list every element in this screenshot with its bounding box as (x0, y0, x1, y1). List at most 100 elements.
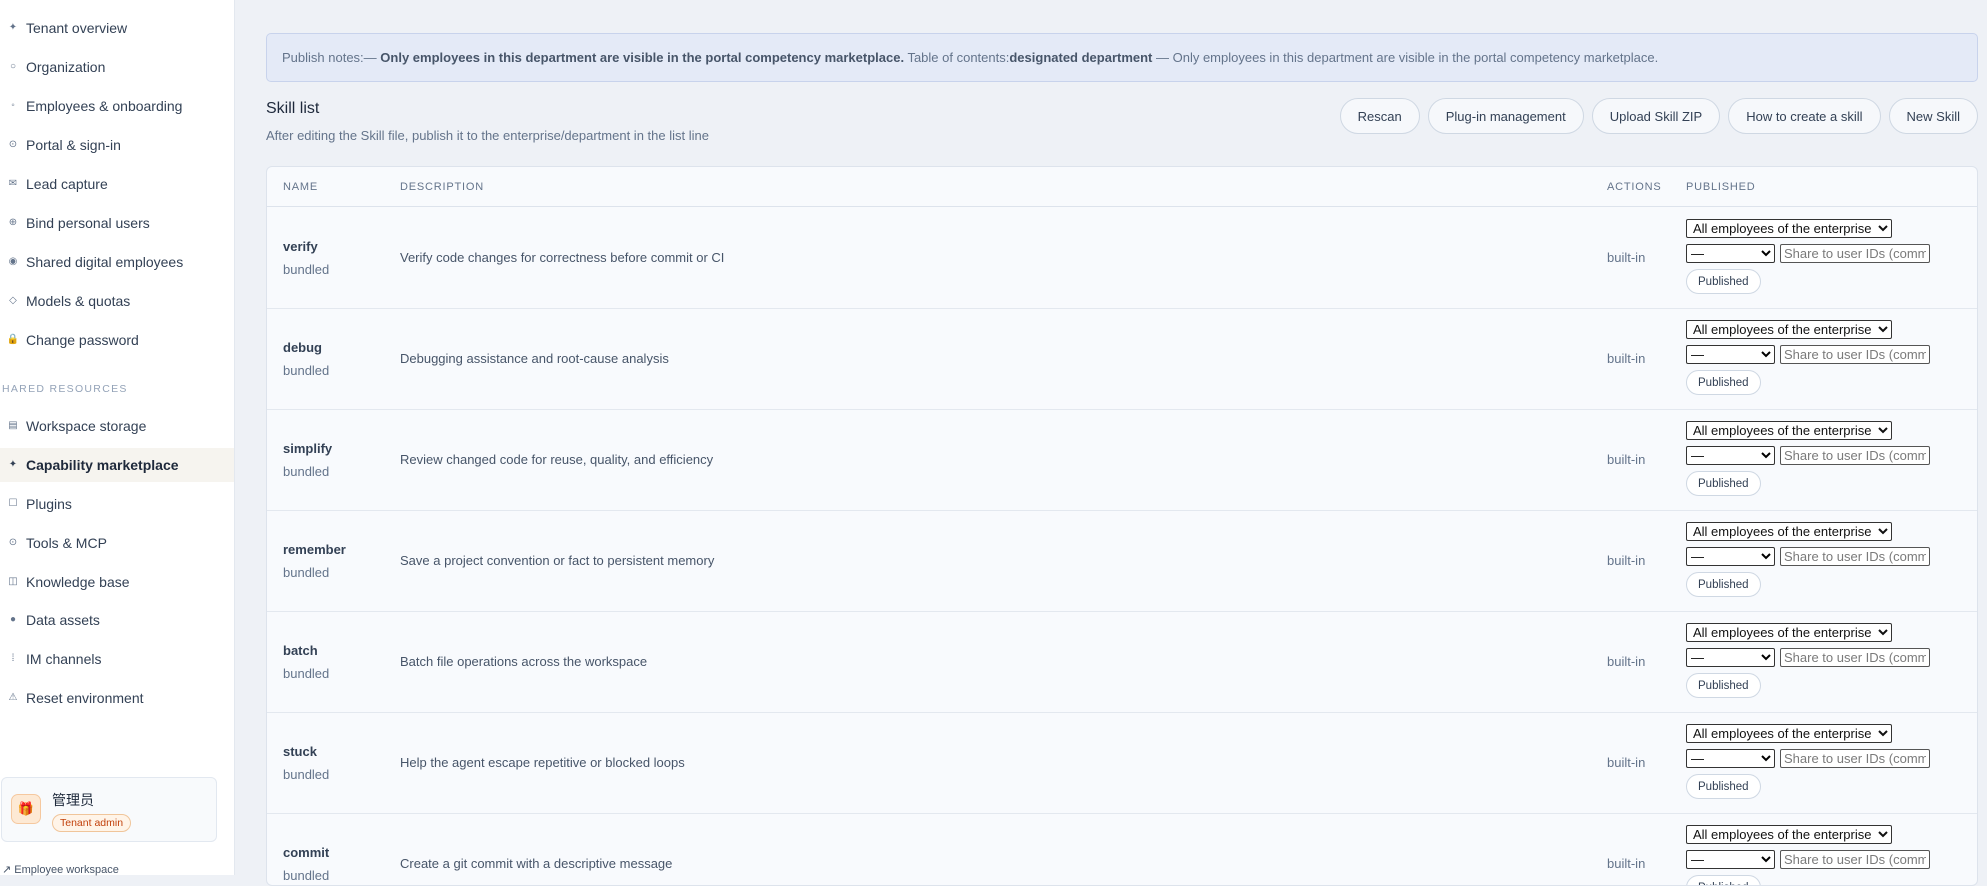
published-button[interactable]: Published (1686, 572, 1761, 597)
sidebar-item-label: Tools & MCP (26, 535, 107, 551)
sidebar-item-label: Lead capture (26, 176, 108, 192)
sidebar-item-data-assets[interactable]: ● Data assets (0, 603, 234, 637)
skill-name: verify (283, 239, 318, 254)
how-to-create-skill-button[interactable]: How to create a skill (1728, 98, 1881, 134)
lock-icon: 🔒 (6, 334, 20, 345)
department-select[interactable]: — (1686, 446, 1775, 465)
skill-name: debug (283, 340, 322, 355)
new-skill-button[interactable]: New Skill (1888, 98, 1978, 134)
table-row: stuck bundled Help the agent escape repe… (267, 713, 1977, 814)
share-user-ids-input[interactable] (1780, 446, 1930, 465)
sidebar-item-knowledge-base[interactable]: ◫ Knowledge base (0, 565, 234, 599)
publish-scope-select[interactable]: All employees of the enterprise (1686, 522, 1892, 541)
sidebar-item-reset-environment[interactable]: ⚠ Reset environment (0, 681, 234, 715)
published-button[interactable]: Published (1686, 774, 1761, 799)
published-button[interactable]: Published (1686, 370, 1761, 395)
sidebar-item-workspace-storage[interactable]: ▤ Workspace storage (0, 409, 234, 443)
department-select[interactable]: — (1686, 547, 1775, 566)
book-icon: ◫ (8, 576, 18, 587)
toolbar: Rescan Plug-in management Upload Skill Z… (1339, 98, 1978, 134)
share-user-ids-input[interactable] (1780, 749, 1930, 768)
share-user-ids-input[interactable] (1780, 547, 1930, 566)
skill-source: bundled (283, 262, 330, 277)
sidebar-item-models-quotas[interactable]: ◇ Models & quotas (0, 284, 234, 318)
publish-target-row: — (1686, 345, 1976, 364)
publish-controls: All employees of the enterprise — Publis… (1686, 724, 1976, 799)
table-row: debug bundled Debugging assistance and r… (267, 309, 1977, 410)
publish-scope-select[interactable]: All employees of the enterprise (1686, 623, 1892, 642)
sidebar-item-label: IM channels (26, 651, 102, 667)
sidebar-item-organization[interactable]: ○ Organization (0, 50, 234, 84)
portal-icon: ⊙ (8, 139, 18, 150)
publish-scope-select[interactable]: All employees of the enterprise (1686, 219, 1892, 238)
sidebar-item-shared-digital-employees[interactable]: ◉ Shared digital employees (0, 245, 234, 279)
share-user-ids-input[interactable] (1780, 648, 1930, 667)
warning-icon: ⚠ (8, 692, 18, 703)
published-button[interactable]: Published (1686, 471, 1761, 496)
sidebar-item-employees[interactable]: ◦ Employees & onboarding (0, 89, 234, 123)
publish-scope-select[interactable]: All employees of the enterprise (1686, 724, 1892, 743)
publish-scope-select[interactable]: All employees of the enterprise (1686, 320, 1892, 339)
skill-description: Save a project convention or fact to per… (400, 553, 715, 568)
rescan-button[interactable]: Rescan (1339, 98, 1420, 134)
department-select[interactable]: — (1686, 648, 1775, 667)
skill-table: NAME DESCRIPTION ACTIONS PUBLISHED verif… (266, 166, 1978, 886)
sidebar-item-label: Employees & onboarding (26, 98, 183, 114)
skill-source: bundled (283, 363, 330, 378)
upload-skill-zip-button[interactable]: Upload Skill ZIP (1591, 98, 1721, 134)
role-badge: Tenant admin (52, 814, 132, 832)
skill-action: built-in (1607, 654, 1646, 669)
table-row: remember bundled Save a project conventi… (267, 511, 1977, 612)
notice-prefix: Publish notes:— (282, 50, 381, 65)
table-row: verify bundled Verify code changes for c… (267, 208, 1977, 309)
publish-target-row: — (1686, 648, 1976, 667)
skill-source: bundled (283, 565, 330, 580)
sidebar-item-label: Plugins (26, 496, 72, 512)
department-select[interactable]: — (1686, 850, 1775, 869)
table-row: simplify bundled Review changed code for… (267, 410, 1977, 511)
share-user-ids-input[interactable] (1780, 850, 1930, 869)
published-button[interactable]: Published (1686, 875, 1761, 885)
sidebar-item-capability-marketplace[interactable]: ✦ Capability marketplace (0, 448, 234, 482)
employee-workspace-link[interactable]: ↗ Employee workspace (2, 863, 119, 876)
sidebar-item-tenant-overview[interactable]: ✦ Tenant overview (0, 11, 234, 45)
link-icon: ⊕ (8, 217, 18, 228)
table-header: NAME DESCRIPTION ACTIONS PUBLISHED (267, 167, 1977, 207)
publish-controls: All employees of the enterprise — Publis… (1686, 825, 1976, 885)
table-row: commit bundled Create a git commit with … (267, 814, 1977, 885)
skill-name: commit (283, 845, 330, 860)
page-subtitle: After editing the Skill file, publish it… (266, 128, 709, 143)
column-header-actions: ACTIONS (1607, 181, 1662, 193)
skill-source: bundled (283, 666, 330, 681)
publish-scope-select[interactable]: All employees of the enterprise (1686, 421, 1892, 440)
share-user-ids-input[interactable] (1780, 244, 1930, 263)
column-header-description: DESCRIPTION (400, 181, 484, 193)
department-select[interactable]: — (1686, 749, 1775, 768)
sparkle-icon: ✦ (8, 22, 18, 33)
department-select[interactable]: — (1686, 345, 1775, 364)
sidebar-item-label: Capability marketplace (26, 457, 179, 473)
sidebar-item-im-channels[interactable]: ⁞ IM channels (0, 642, 234, 676)
user-card[interactable]: 🎁 管理员 Tenant admin (1, 777, 217, 842)
skill-description: Review changed code for reuse, quality, … (400, 452, 714, 467)
person-icon: ◦ (11, 100, 15, 111)
published-button[interactable]: Published (1686, 269, 1761, 294)
sidebar-item-plugins[interactable]: ☐ Plugins (0, 487, 234, 521)
sidebar-item-label: Organization (26, 59, 106, 75)
skill-source: bundled (283, 464, 330, 479)
gift-icon: 🎁 (17, 801, 35, 816)
sidebar-item-bind-users[interactable]: ⊕ Bind personal users (0, 206, 234, 240)
sidebar-item-change-password[interactable]: 🔒 Change password (0, 323, 234, 357)
sidebar-item-tools-mcp[interactable]: ⊙ Tools & MCP (0, 526, 234, 560)
plugin-management-button[interactable]: Plug-in management (1427, 98, 1584, 134)
share-user-ids-input[interactable] (1780, 345, 1930, 364)
published-button[interactable]: Published (1686, 673, 1761, 698)
sidebar-item-label: Data assets (26, 612, 100, 628)
department-select[interactable]: — (1686, 244, 1775, 263)
sidebar-item-lead-capture[interactable]: ✉ Lead capture (0, 167, 234, 201)
publish-target-row: — (1686, 547, 1976, 566)
publish-scope-select[interactable]: All employees of the enterprise (1686, 825, 1892, 844)
publish-controls: All employees of the enterprise — Publis… (1686, 421, 1976, 496)
sidebar-item-portal[interactable]: ⊙ Portal & sign-in (0, 128, 234, 162)
publish-controls: All employees of the enterprise — Publis… (1686, 320, 1976, 395)
